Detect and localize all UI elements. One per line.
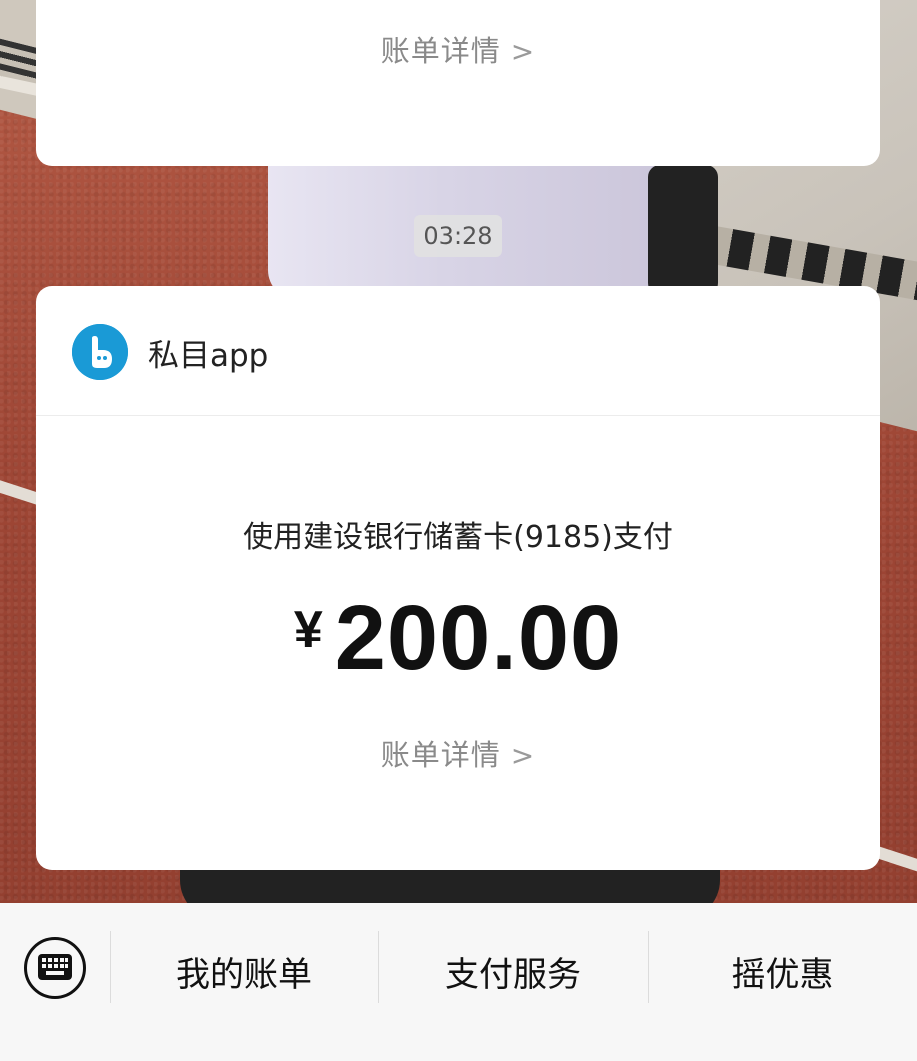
menu-item-shake-offers[interactable]: 摇优惠 <box>648 947 917 996</box>
payment-amount: ¥200.00 <box>36 586 880 691</box>
keyboard-toggle-button[interactable] <box>24 937 86 999</box>
menu-item-my-bills[interactable]: 我的账单 <box>110 947 378 996</box>
amount-value: 200.00 <box>334 587 623 689</box>
bill-detail-link[interactable]: 账单详情 > <box>36 732 880 774</box>
screen: 账单详情 > 03:28 私目app 使用建设银行储蓄卡(9185)支付 ¥200… <box>0 0 917 1061</box>
currency-symbol: ¥ <box>293 601 323 659</box>
card-header: 私目app <box>36 286 880 416</box>
keyboard-icon <box>38 954 72 980</box>
previous-bill-detail-link[interactable]: 账单详情 > <box>36 28 880 70</box>
chevron-right-icon: > <box>510 35 536 68</box>
payment-method-text: 使用建设银行储蓄卡(9185)支付 <box>243 520 673 555</box>
app-logo-icon <box>72 324 128 380</box>
chevron-right-icon: > <box>510 739 536 772</box>
bill-detail-label: 账单详情 <box>380 738 501 772</box>
previous-payment-card: 账单详情 > <box>36 0 880 166</box>
message-timestamp: 03:28 <box>414 215 502 257</box>
app-name: 私目app <box>148 338 269 374</box>
payment-notification-card[interactable]: 私目app 使用建设银行储蓄卡(9185)支付 ¥200.00 账单详情 > <box>36 286 880 870</box>
bill-detail-label: 账单详情 <box>380 34 501 68</box>
menu-item-payment-services[interactable]: 支付服务 <box>378 947 648 996</box>
bottom-menu-bar: 我的账单 支付服务 摇优惠 <box>0 903 917 1061</box>
